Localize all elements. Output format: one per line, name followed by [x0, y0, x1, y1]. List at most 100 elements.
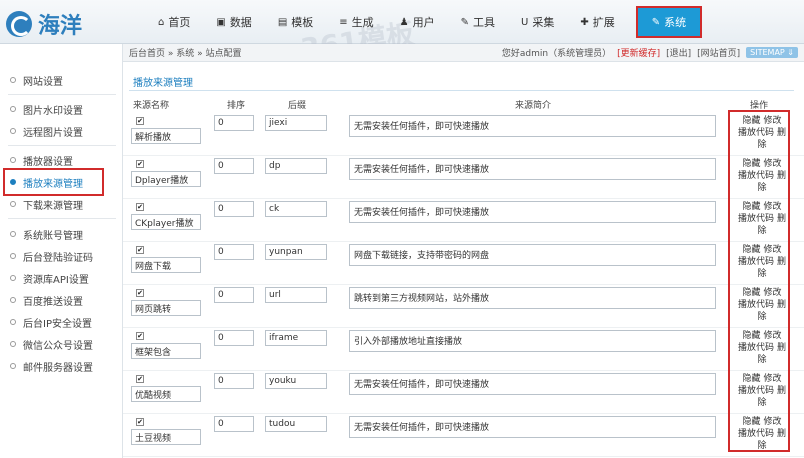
- table-row: ✔ 网页跳转 0 url 跳转到第三方视频网站，站外播放 隐藏 修改 播放代码 删除: [123, 285, 804, 328]
- puzzle-icon: ✚: [580, 16, 589, 28]
- divider: [8, 218, 116, 219]
- sidebar-item-accounts[interactable]: 系统账号管理: [10, 226, 83, 242]
- nav-collect[interactable]: U 采集: [508, 8, 567, 36]
- description-textarea[interactable]: 无需安装任何插件，即可快速播放: [349, 373, 716, 395]
- sort-input[interactable]: 0: [214, 373, 254, 389]
- nav-template[interactable]: ▤ 模板: [265, 8, 326, 36]
- logo-icon: [6, 11, 32, 37]
- nav-label: 系统: [664, 16, 687, 29]
- refresh-cache-link[interactable]: [更新缓存]: [617, 46, 660, 59]
- enable-checkbox[interactable]: ✔: [136, 289, 144, 297]
- divider: [8, 145, 116, 146]
- sidebar-highlight: [3, 168, 104, 196]
- sidebar-item-label: 下载来源管理: [23, 200, 83, 212]
- nav-user[interactable]: ♟ 用户: [387, 8, 448, 36]
- description-textarea[interactable]: 无需安装任何插件，即可快速播放: [349, 201, 716, 223]
- table-row: ✔ Dplayer播放 0 dp 无需安装任何插件，即可快速播放 隐藏 修改 播放代码 删除: [123, 156, 804, 199]
- sort-input[interactable]: 0: [214, 115, 254, 131]
- source-name-input[interactable]: 土豆视频: [131, 429, 201, 445]
- magnet-icon: U: [521, 16, 529, 28]
- table-row: ✔ 框架包含 0 iframe 引入外部播放地址直接播放 隐藏 修改 播放代码 删除: [123, 328, 804, 371]
- suffix-input[interactable]: jiexi: [265, 115, 327, 131]
- nav-extend[interactable]: ✚ 扩展: [567, 8, 627, 36]
- main-nav: ⌂ 首页 ▣ 数据 ▤ 模板 ≡ 生成 ♟ 用户 ✎ 工具 U 采集 ✚ 扩展 ✎ 系统: [145, 6, 703, 38]
- sort-input[interactable]: 0: [214, 158, 254, 174]
- site-home-link[interactable]: [网站首页]: [697, 46, 740, 59]
- database-icon: ▣: [216, 16, 226, 28]
- column-header-suffix: 后缀: [288, 101, 307, 111]
- description-textarea[interactable]: 无需安装任何插件，即可快速播放: [349, 416, 716, 438]
- nav-generate[interactable]: ≡ 生成: [326, 8, 386, 36]
- sidebar-item-ip-security[interactable]: 后台IP安全设置: [10, 314, 92, 330]
- suffix-input[interactable]: tudou: [265, 416, 327, 432]
- enable-checkbox[interactable]: ✔: [136, 418, 144, 426]
- sidebar-item-label: 远程图片设置: [23, 127, 83, 139]
- enable-checkbox[interactable]: ✔: [136, 375, 144, 383]
- source-name-input[interactable]: 框架包含: [131, 343, 201, 359]
- generate-icon: ≡: [339, 16, 348, 28]
- enable-checkbox[interactable]: ✔: [136, 117, 144, 125]
- sort-input[interactable]: 0: [214, 416, 254, 432]
- sidebar-item-baidu-push[interactable]: 百度推送设置: [10, 292, 83, 308]
- nav-label: 模板: [291, 16, 314, 29]
- sidebar-item-player[interactable]: 播放器设置: [10, 152, 73, 168]
- greeting: 您好admin（系统管理员）: [501, 49, 612, 59]
- nav-label: 采集: [532, 16, 555, 29]
- table-row: ✔ CKplayer播放 0 ck 无需安装任何插件，即可快速播放 隐藏 修改 播放代码 删…: [123, 199, 804, 242]
- description-textarea[interactable]: 无需安装任何插件，即可快速播放: [349, 115, 716, 137]
- enable-checkbox[interactable]: ✔: [136, 246, 144, 254]
- suffix-input[interactable]: url: [265, 287, 327, 303]
- sidebar-item-label: 百度推送设置: [23, 296, 83, 308]
- nav-label: 首页: [168, 16, 191, 29]
- table-row: ✔ 优酷视频 0 youku 无需安装任何插件，即可快速播放 隐藏 修改 播放代码 删除: [123, 371, 804, 414]
- suffix-input[interactable]: iframe: [265, 330, 327, 346]
- sort-input[interactable]: 0: [214, 201, 254, 217]
- source-name-input[interactable]: Dplayer播放: [131, 171, 201, 187]
- suffix-input[interactable]: youku: [265, 373, 327, 389]
- suffix-input[interactable]: dp: [265, 158, 327, 174]
- breadcrumb: 后台首页 » 系统 » 站点配置: [129, 49, 242, 59]
- enable-checkbox[interactable]: ✔: [136, 203, 144, 211]
- enable-checkbox[interactable]: ✔: [136, 332, 144, 340]
- nav-label: 数据: [229, 16, 252, 29]
- logout-link[interactable]: [退出]: [666, 46, 691, 59]
- sidebar-item-watermark[interactable]: 图片水印设置: [10, 101, 83, 117]
- sitemap-button[interactable]: SITEMAP ⇓: [746, 47, 798, 58]
- sidebar-item-wechat[interactable]: 微信公众号设置: [10, 336, 93, 352]
- sidebar-item-label: 资源库API设置: [23, 274, 89, 286]
- column-header-sort: 排序: [227, 101, 246, 111]
- source-name-input[interactable]: 网页跳转: [131, 300, 201, 316]
- sort-input[interactable]: 0: [214, 287, 254, 303]
- nav-system[interactable]: ✎ 系统: [635, 6, 703, 38]
- breadcrumb-bar: 后台首页 » 系统 » 站点配置 您好admin（系统管理员） [更新缓存] […: [123, 44, 804, 62]
- nav-data[interactable]: ▣ 数据: [203, 8, 264, 36]
- sidebar-item-mail[interactable]: 邮件服务器设置: [10, 358, 93, 374]
- sidebar: 网站设置 图片水印设置 远程图片设置 播放器设置 播放来源管理 下载来源管理 系…: [0, 44, 123, 458]
- suffix-input[interactable]: yunpan: [265, 244, 327, 260]
- source-name-input[interactable]: CKplayer播放: [131, 214, 201, 230]
- sidebar-item-api[interactable]: 资源库API设置: [10, 270, 89, 286]
- source-name-input[interactable]: 优酷视频: [131, 386, 201, 402]
- content-area: 播放来源管理 来源名称 排序 后缀 来源简介 操作 ✔ 解析播放 0 jiexi 无需安…: [123, 62, 804, 458]
- description-textarea[interactable]: 引入外部播放地址直接播放: [349, 330, 716, 352]
- sidebar-item-label: 播放器设置: [23, 156, 73, 168]
- source-name-input[interactable]: 解析播放: [131, 128, 201, 144]
- suffix-input[interactable]: ck: [265, 201, 327, 217]
- sort-input[interactable]: 0: [214, 330, 254, 346]
- nav-home[interactable]: ⌂ 首页: [145, 8, 203, 36]
- enable-checkbox[interactable]: ✔: [136, 160, 144, 168]
- sidebar-item-captcha[interactable]: 后台登陆验证码: [10, 248, 93, 264]
- description-textarea[interactable]: 跳转到第三方视频网站，站外播放: [349, 287, 716, 309]
- description-textarea[interactable]: 网盘下载链接，支持带密码的网盘: [349, 244, 716, 266]
- nav-tools[interactable]: ✎ 工具: [448, 8, 508, 36]
- description-textarea[interactable]: 无需安装任何插件，即可快速播放: [349, 158, 716, 180]
- column-header-name: 来源名称: [133, 101, 170, 111]
- nav-label: 用户: [412, 16, 435, 29]
- user-icon: ♟: [399, 16, 409, 28]
- sidebar-item-download-source[interactable]: 下载来源管理: [10, 196, 83, 212]
- sort-input[interactable]: 0: [214, 244, 254, 260]
- sidebar-item-remote-image[interactable]: 远程图片设置: [10, 123, 83, 139]
- sidebar-item-label: 网站设置: [23, 76, 63, 88]
- source-name-input[interactable]: 网盘下载: [131, 257, 201, 273]
- sidebar-item-site-settings[interactable]: 网站设置: [10, 72, 63, 88]
